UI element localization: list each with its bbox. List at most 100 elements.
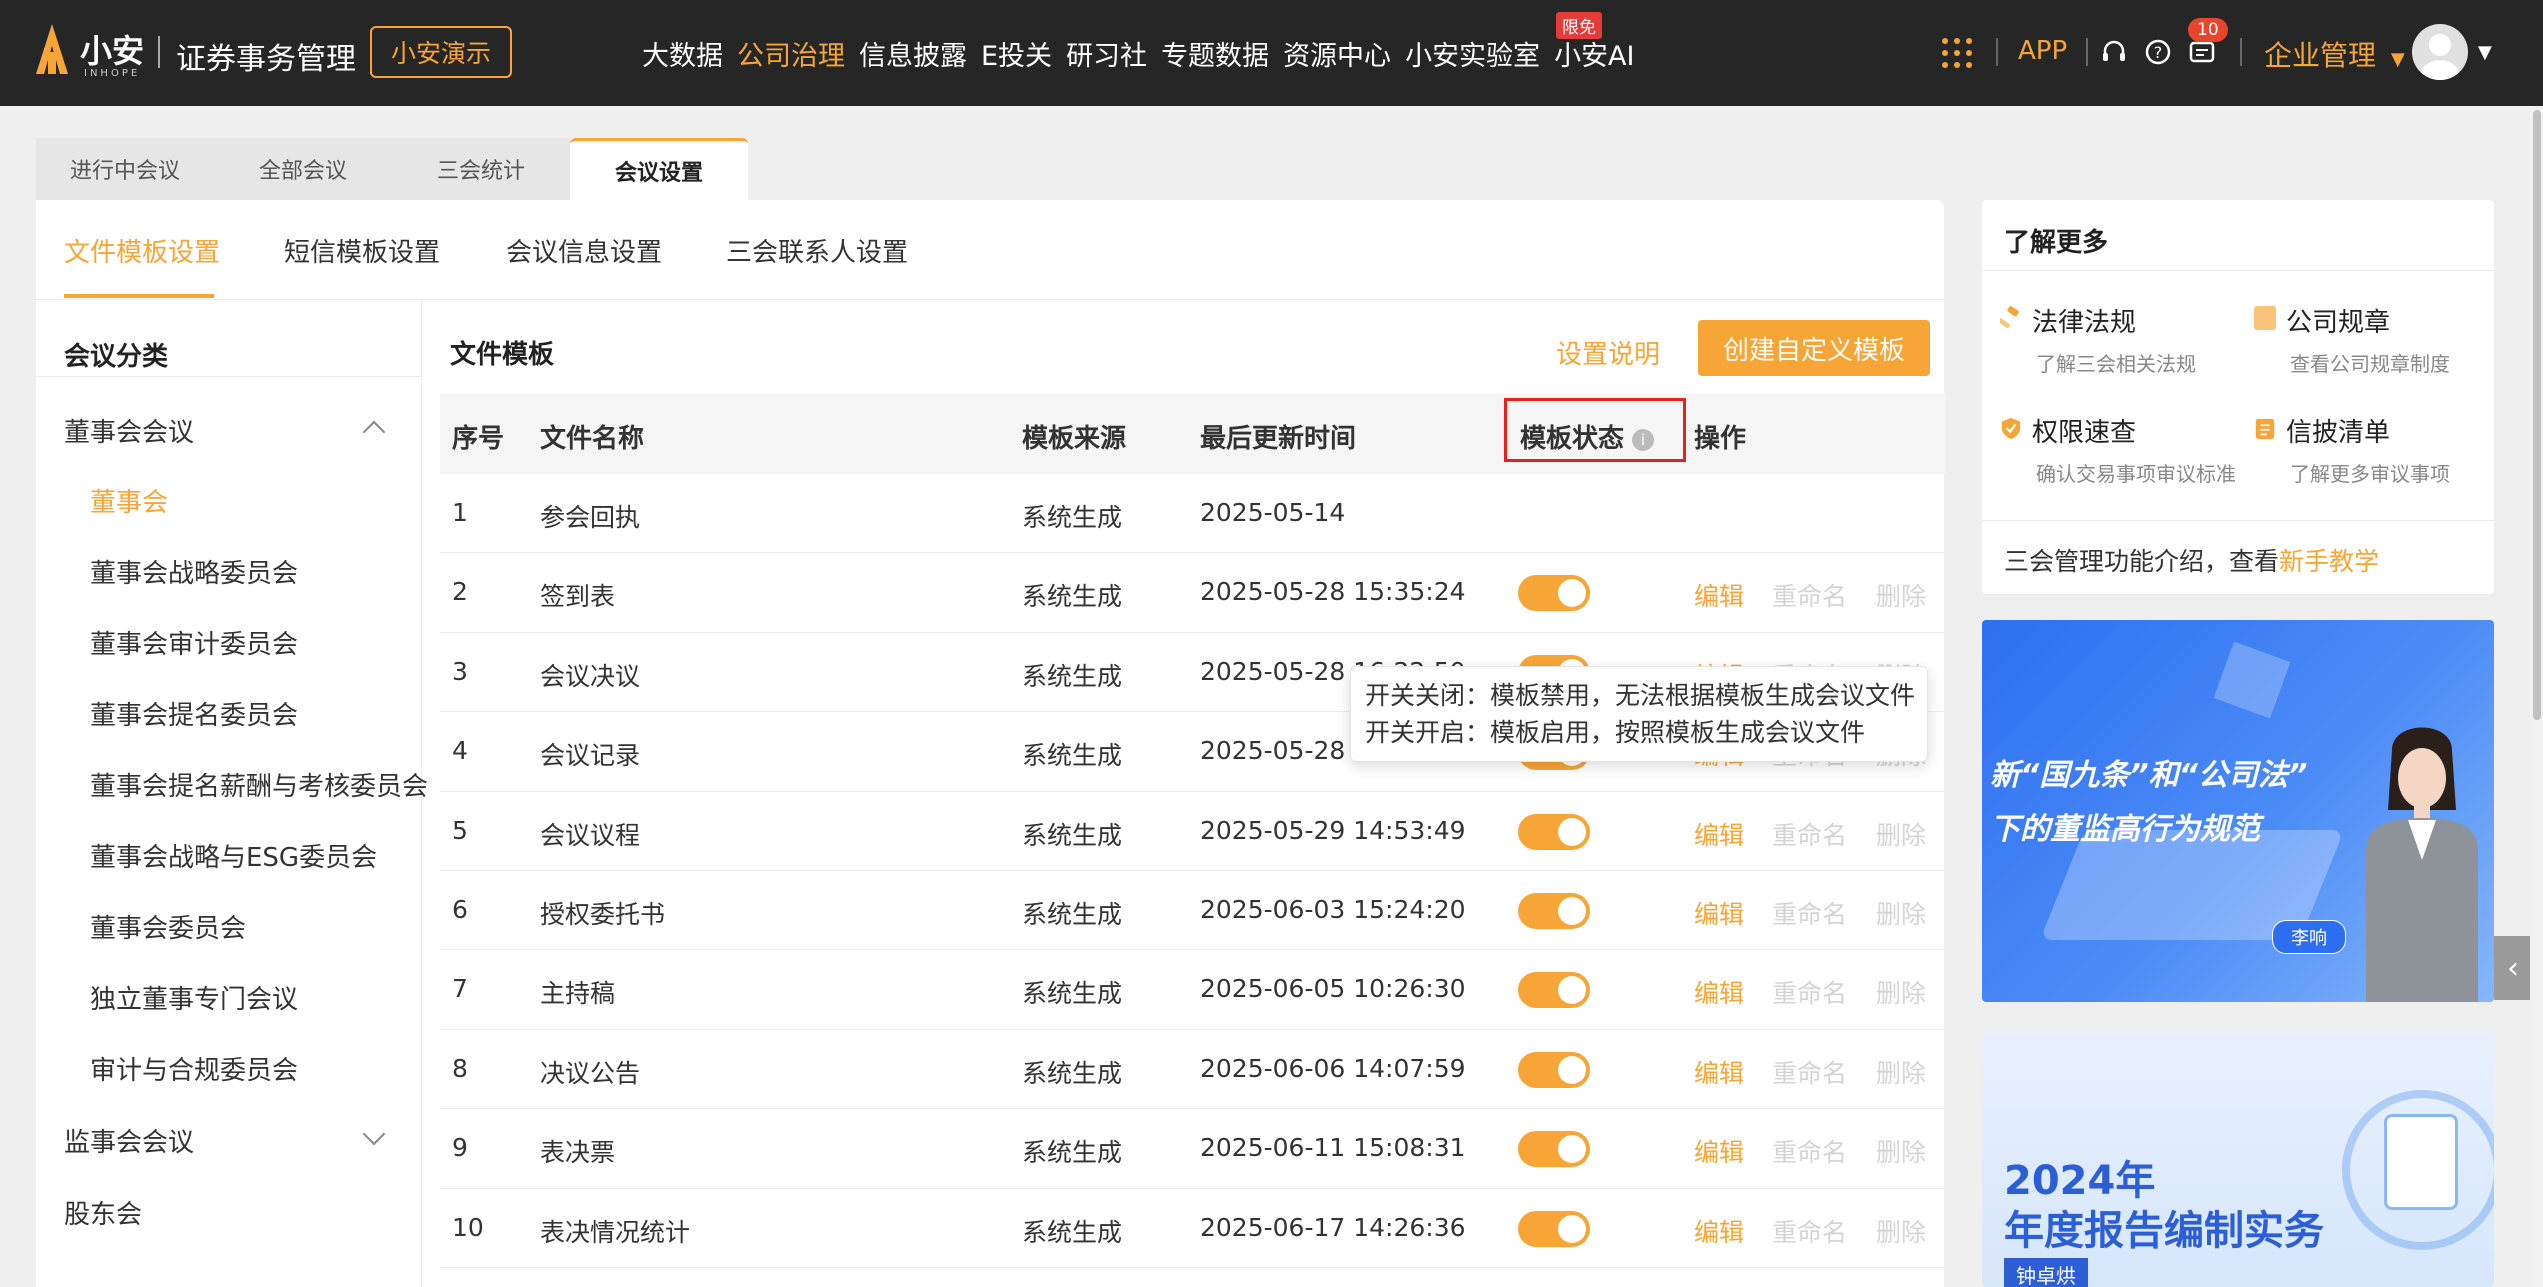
meeting-tabs: 进行中会议 全部会议 三会统计 会议设置 [36,138,748,200]
status-toggle[interactable] [1518,575,1590,612]
edit-button[interactable]: 编辑 [1694,1054,1744,1090]
delete-button[interactable]: 删除 [1876,1213,1926,1249]
rename-button[interactable]: 重命名 [1772,577,1847,613]
edit-button[interactable]: 编辑 [1694,1213,1744,1249]
learn-more-card: 了解更多 法律法规 了解三会相关法规 公司规章 查看公司规章制度 权限速查 确认… [1982,200,2494,594]
scrollbar-thumb[interactable] [2533,110,2541,720]
delete-button[interactable]: 删除 [1876,895,1926,931]
rename-button[interactable]: 重命名 [1772,1133,1847,1169]
status-toggle[interactable] [1518,1131,1590,1168]
last-updated: 2025-06-17 14:26:36 [1200,1212,1466,1242]
message-icon[interactable] [2188,38,2216,66]
enterprise-menu[interactable]: 企业管理 ▼ [2264,34,2405,74]
table-row: 9 表决票 系统生成 2025-06-11 15:08:31 编辑 重命名 删除 [440,1109,1946,1189]
nav-item-bigdata[interactable]: 大数据 [642,34,723,73]
category-item[interactable]: 董事会提名薪酬与考核委员会 [90,766,428,803]
tab-sms-templates[interactable]: 短信模板设置 [284,232,440,269]
category-group-supervisory[interactable]: 监事会会议 [64,1122,194,1159]
top-navigation-bar: 小安 INHOPE 证券事务管理 小安演示 大数据 公司治理 信息披露 E投关 … [0,0,2543,106]
file-name: 参会回执 [540,503,641,532]
chevron-down-icon[interactable] [362,1122,386,1146]
status-toggle[interactable] [1518,892,1590,929]
template-source: 系统生成 [1022,503,1123,532]
create-template-button[interactable]: 创建自定义模板 [1698,320,1930,376]
nav-item-lab[interactable]: 小安实验室 [1405,34,1540,73]
app-link[interactable]: APP [2018,36,2067,66]
file-name: 会议决议 [540,661,641,691]
tab-file-templates[interactable]: 文件模板设置 [64,232,220,269]
learn-item-name: 公司规章 [2286,308,2391,338]
delete-button[interactable]: 删除 [1876,1133,1926,1169]
nav-item-academy[interactable]: 研习社 [1066,34,1147,73]
brand-divider [158,36,160,68]
beginner-tutorial-link[interactable]: 新手教学 [2279,547,2379,576]
nav-item-governance[interactable]: 公司治理 [737,34,845,73]
delete-button[interactable]: 删除 [1876,1054,1926,1090]
rename-button[interactable]: 重命名 [1772,895,1847,931]
category-item[interactable]: 独立董事专门会议 [90,979,298,1016]
caret-down-icon[interactable]: ▼ [2478,42,2492,63]
category-group-shareholders[interactable]: 股东会 [64,1194,142,1231]
rename-button[interactable]: 重命名 [1772,1054,1847,1090]
category-item[interactable]: 董事会提名委员会 [90,695,298,732]
headset-icon[interactable] [2100,38,2128,66]
category-item[interactable]: 董事会 [90,482,168,519]
nav-item-topics[interactable]: 专题数据 [1161,34,1269,73]
category-group-board[interactable]: 董事会会议 [64,412,194,449]
nav-item-resources[interactable]: 资源中心 [1283,34,1391,73]
edit-button[interactable]: 编辑 [1694,577,1744,613]
banner-title-line: 新“国九条”和“公司法” [1990,758,2308,793]
apps-grid-icon[interactable] [1942,38,1972,68]
nav-item-e-investor[interactable]: E投关 [981,34,1052,73]
avatar[interactable] [2412,24,2468,80]
help-icon[interactable]: ? [2144,38,2172,66]
rename-button[interactable]: 重命名 [1772,1213,1847,1249]
demo-button[interactable]: 小安演示 [370,26,512,78]
rename-button[interactable]: 重命名 [1772,974,1847,1010]
rename-button[interactable]: 重命名 [1772,816,1847,852]
status-toggle[interactable] [1518,813,1590,850]
course-banner-regulation[interactable]: 新“国九条”和“公司法” 下的董监高行为规范 李响 [1982,620,2494,1002]
edit-button[interactable]: 编辑 [1694,895,1744,931]
course-banner-annual-report[interactable]: 2024年 年度报告编制实务 钟卓烘 [1982,1030,2494,1287]
learn-more-footer: 三会管理功能介绍，查看新手教学 [2004,542,2379,578]
table-body: 1 参会回执 系统生成 2025-05-14 2 签到表 系统生成 2025-05-28 15… [440,474,1946,1268]
settings-help-link[interactable]: 设置说明 [1556,334,1660,371]
tab-contacts[interactable]: 三会联系人设置 [726,232,908,269]
category-item[interactable]: 审计与合规委员会 [90,1050,298,1087]
tab-meeting-settings[interactable]: 会议设置 [570,138,748,200]
last-updated: 2025-06-11 15:08:31 [1200,1133,1466,1163]
template-source: 系统生成 [1022,820,1123,850]
settings-panel: 文件模板设置 短信模板设置 会议信息设置 三会联系人设置 会议分类 董事会会议 … [36,200,1946,1287]
edit-button[interactable]: 编辑 [1694,1133,1744,1169]
status-toggle[interactable] [1518,1210,1590,1247]
brand-subtitle: INHOPE [84,68,141,79]
template-table: 序号 文件名称 模板来源 最后更新时间 模板状态 i 操作 1 参会回执 系统生成 20… [440,394,1946,1268]
edit-button[interactable]: 编辑 [1694,974,1744,1010]
status-toggle[interactable] [1518,1051,1590,1088]
clipboard-icon [2384,1114,2458,1210]
nav-item-ai[interactable]: 小安AI [1554,34,1634,73]
category-item[interactable]: 董事会战略委员会 [90,553,298,590]
delete-button[interactable]: 删除 [1876,974,1926,1010]
category-item[interactable]: 董事会战略与ESG委员会 [90,837,377,874]
meeting-category-sidebar: 会议分类 董事会会议 董事会 董事会战略委员会 董事会审计委员会 董事会提名委员… [36,300,428,1287]
edit-button[interactable]: 编辑 [1694,816,1744,852]
chevron-left-icon[interactable]: ‹ [2494,936,2532,1000]
banner-title-line: 下的董监高行为规范 [1990,812,2260,847]
tab-ongoing-meetings[interactable]: 进行中会议 [36,138,214,200]
chevron-up-icon[interactable] [362,420,386,444]
category-item[interactable]: 董事会委员会 [90,908,246,945]
delete-button[interactable]: 删除 [1876,816,1926,852]
row-number: 4 [452,736,468,766]
header-name: 文件名称 [540,424,645,454]
nav-item-disclosure[interactable]: 信息披露 [859,34,967,73]
tab-all-meetings[interactable]: 全部会议 [214,138,392,200]
last-updated: 2025-05-29 14:53:49 [1200,815,1466,845]
delete-button[interactable]: 删除 [1876,577,1926,613]
category-item[interactable]: 董事会审计委员会 [90,624,298,661]
status-toggle[interactable] [1518,972,1590,1009]
tab-meeting-info[interactable]: 会议信息设置 [506,232,662,269]
table-row: 2 签到表 系统生成 2025-05-28 15:35:24 编辑 重命名 删除 [440,553,1946,633]
tab-meeting-statistics[interactable]: 三会统计 [392,138,570,200]
